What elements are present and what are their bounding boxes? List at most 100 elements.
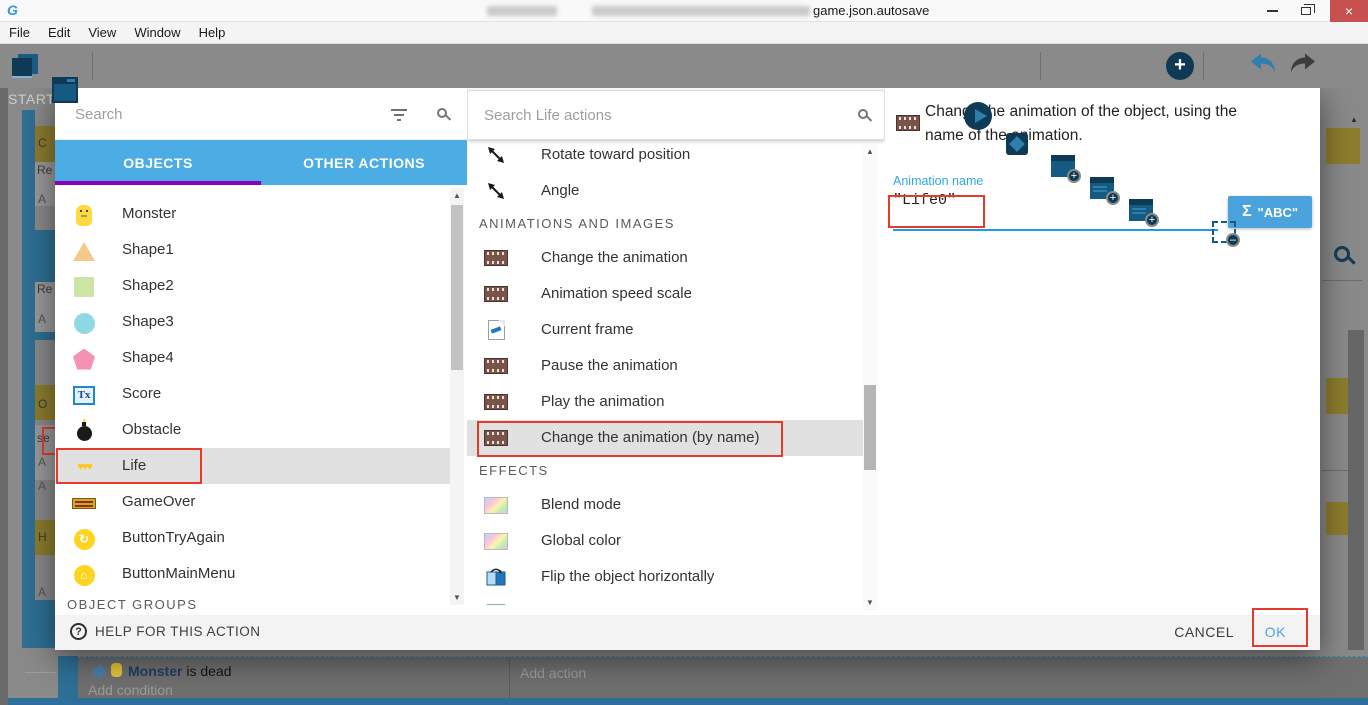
action-item-flip-vertically[interactable]: Flip the object vertically bbox=[467, 595, 863, 605]
minimize-button[interactable] bbox=[1258, 0, 1286, 22]
toolbar: + + + + – bbox=[0, 44, 1368, 88]
object-item-shape2[interactable]: Shape2 bbox=[55, 268, 450, 304]
action-item-change-animation[interactable]: Change the animation bbox=[467, 240, 863, 276]
object-item-obstacle[interactable]: Obstacle bbox=[55, 412, 450, 448]
add-subevent-icon[interactable]: + bbox=[1090, 177, 1114, 199]
add-action-link[interactable]: Add action bbox=[520, 665, 586, 681]
menu-help[interactable]: Help bbox=[190, 22, 235, 44]
search-icon[interactable] bbox=[437, 108, 447, 118]
film-strip-icon bbox=[483, 247, 509, 269]
monster-icon bbox=[71, 203, 97, 227]
action-item-play-animation[interactable]: Play the animation bbox=[467, 384, 863, 420]
scrollbar-thumb[interactable] bbox=[864, 385, 876, 470]
plus-badge-icon: + bbox=[1106, 191, 1120, 205]
action-item-global-color[interactable]: Global color bbox=[467, 523, 863, 559]
actions-search-card bbox=[467, 90, 885, 140]
search-events-icon[interactable] bbox=[1334, 246, 1350, 262]
background-scene-tab-label: START bbox=[8, 91, 55, 107]
redo-icon[interactable] bbox=[1288, 52, 1318, 81]
cancel-button[interactable]: CANCEL bbox=[1174, 624, 1234, 640]
menu-file[interactable]: File bbox=[0, 22, 39, 44]
scroll-up-icon[interactable]: ▲ bbox=[450, 191, 464, 200]
dialog-footer: ? HELP FOR THIS ACTION CANCEL OK bbox=[55, 615, 1320, 650]
object-item-monster[interactable]: Monster bbox=[55, 196, 450, 232]
plus-badge-icon: + bbox=[1145, 213, 1159, 227]
menu-bar: File Edit View Window Help bbox=[0, 22, 1368, 44]
action-item-pause-animation[interactable]: Pause the animation bbox=[467, 348, 863, 384]
add-event-icon[interactable]: + bbox=[1051, 155, 1075, 177]
action-item-flip-horizontally[interactable]: Flip the object horizontally bbox=[467, 559, 863, 595]
object-item-shape1[interactable]: Shape1 bbox=[55, 232, 450, 268]
event-row-monster-dead[interactable]: Monster is dead Add condition Add action bbox=[78, 656, 1368, 698]
scene-editor-icon[interactable] bbox=[52, 77, 78, 103]
restore-button[interactable] bbox=[1292, 0, 1320, 22]
objects-tab-bar: OBJECTS OTHER ACTIONS bbox=[55, 140, 467, 185]
filter-icon[interactable] bbox=[390, 109, 408, 121]
preview-play-icon[interactable] bbox=[964, 102, 992, 130]
objects-scrollbar[interactable]: ▲ ▼ bbox=[450, 188, 464, 605]
menu-view[interactable]: View bbox=[79, 22, 125, 44]
add-comment-icon[interactable]: + bbox=[1129, 199, 1153, 221]
conditions-cell[interactable]: Monster is dead Add condition bbox=[78, 657, 510, 699]
film-strip-icon bbox=[483, 391, 509, 413]
scrollbar-thumb[interactable] bbox=[451, 205, 463, 370]
action-item-rotate-toward-position[interactable]: Rotate toward position bbox=[467, 137, 863, 173]
condition-text: Monster is dead bbox=[128, 663, 232, 679]
annotation-box-life-object bbox=[56, 448, 202, 484]
action-item-current-frame[interactable]: Current frame bbox=[467, 312, 863, 348]
flip-horizontal-icon bbox=[483, 566, 509, 588]
expression-editor-button[interactable]: Σ "ABC" bbox=[1228, 196, 1312, 228]
triangle-icon bbox=[71, 239, 97, 263]
objects-search-row bbox=[55, 88, 467, 140]
debugger-icon[interactable] bbox=[1006, 133, 1028, 155]
search-icon[interactable] bbox=[858, 109, 868, 119]
pentagon-icon bbox=[71, 347, 97, 371]
objects-panel: OBJECTS OTHER ACTIONS Monster Shape1 Sha… bbox=[55, 88, 467, 615]
monster-mini-icon bbox=[111, 663, 122, 677]
scroll-down-icon[interactable]: ▼ bbox=[450, 593, 464, 602]
actions-search-input[interactable] bbox=[484, 103, 834, 127]
rainbow-icon bbox=[483, 494, 509, 516]
delete-event-icon[interactable]: – bbox=[1212, 221, 1236, 243]
background-scrollbar[interactable] bbox=[1348, 330, 1364, 705]
close-button[interactable]: × bbox=[1330, 0, 1368, 22]
scroll-down-icon[interactable]: ▼ bbox=[863, 598, 877, 607]
film-strip-icon bbox=[895, 112, 921, 134]
diagonal-arrow-icon bbox=[483, 180, 509, 202]
undo-icon[interactable] bbox=[1248, 52, 1278, 81]
banner-icon bbox=[71, 491, 97, 515]
object-item-score[interactable]: Tx Score bbox=[55, 376, 450, 412]
active-tab-indicator bbox=[55, 181, 261, 185]
object-item-buttontryagain[interactable]: ↻ ButtonTryAgain bbox=[55, 520, 450, 556]
animations-images-header: ANIMATIONS AND IMAGES bbox=[479, 216, 675, 231]
actions-panel: Rotate toward position Angle ANIMATIONS … bbox=[467, 88, 885, 615]
gdevelop-window: G game.json.autosave × File Edit View Wi… bbox=[0, 0, 1368, 705]
project-manager-icon[interactable] bbox=[12, 54, 38, 78]
action-item-blend-mode[interactable]: Blend mode bbox=[467, 487, 863, 523]
object-item-shape3[interactable]: Shape3 bbox=[55, 304, 450, 340]
event-selection-bar bbox=[0, 698, 1368, 705]
circle-icon bbox=[71, 311, 97, 335]
add-more-icon[interactable]: + bbox=[1166, 52, 1194, 80]
annotation-box-animation-name-value bbox=[888, 195, 985, 228]
redacted-title-path bbox=[592, 6, 810, 16]
action-item-animation-speed-scale[interactable]: Animation speed scale bbox=[467, 276, 863, 312]
objects-search-input[interactable] bbox=[75, 102, 405, 126]
action-item-angle[interactable]: Angle bbox=[467, 173, 863, 209]
tab-other-actions[interactable]: OTHER ACTIONS bbox=[261, 140, 467, 185]
window-title: game.json.autosave bbox=[813, 3, 929, 18]
help-for-this-action-link[interactable]: ? HELP FOR THIS ACTION bbox=[70, 623, 261, 640]
rainbow-icon bbox=[483, 530, 509, 552]
home-button-icon: ⌂ bbox=[71, 563, 97, 587]
add-condition-link[interactable]: Add condition bbox=[88, 682, 173, 698]
scroll-up-icon[interactable]: ▲ bbox=[863, 147, 877, 156]
object-item-gameover[interactable]: GameOver bbox=[55, 484, 450, 520]
object-item-buttonmainmenu[interactable]: ⌂ ButtonMainMenu bbox=[55, 556, 450, 592]
tab-objects[interactable]: OBJECTS bbox=[55, 140, 261, 185]
actions-scrollbar[interactable]: ▲ ▼ bbox=[863, 144, 877, 610]
restore-icon bbox=[1301, 7, 1311, 15]
flip-vertical-icon bbox=[483, 602, 509, 605]
menu-window[interactable]: Window bbox=[125, 22, 189, 44]
menu-edit[interactable]: Edit bbox=[39, 22, 79, 44]
object-item-shape4[interactable]: Shape4 bbox=[55, 340, 450, 376]
